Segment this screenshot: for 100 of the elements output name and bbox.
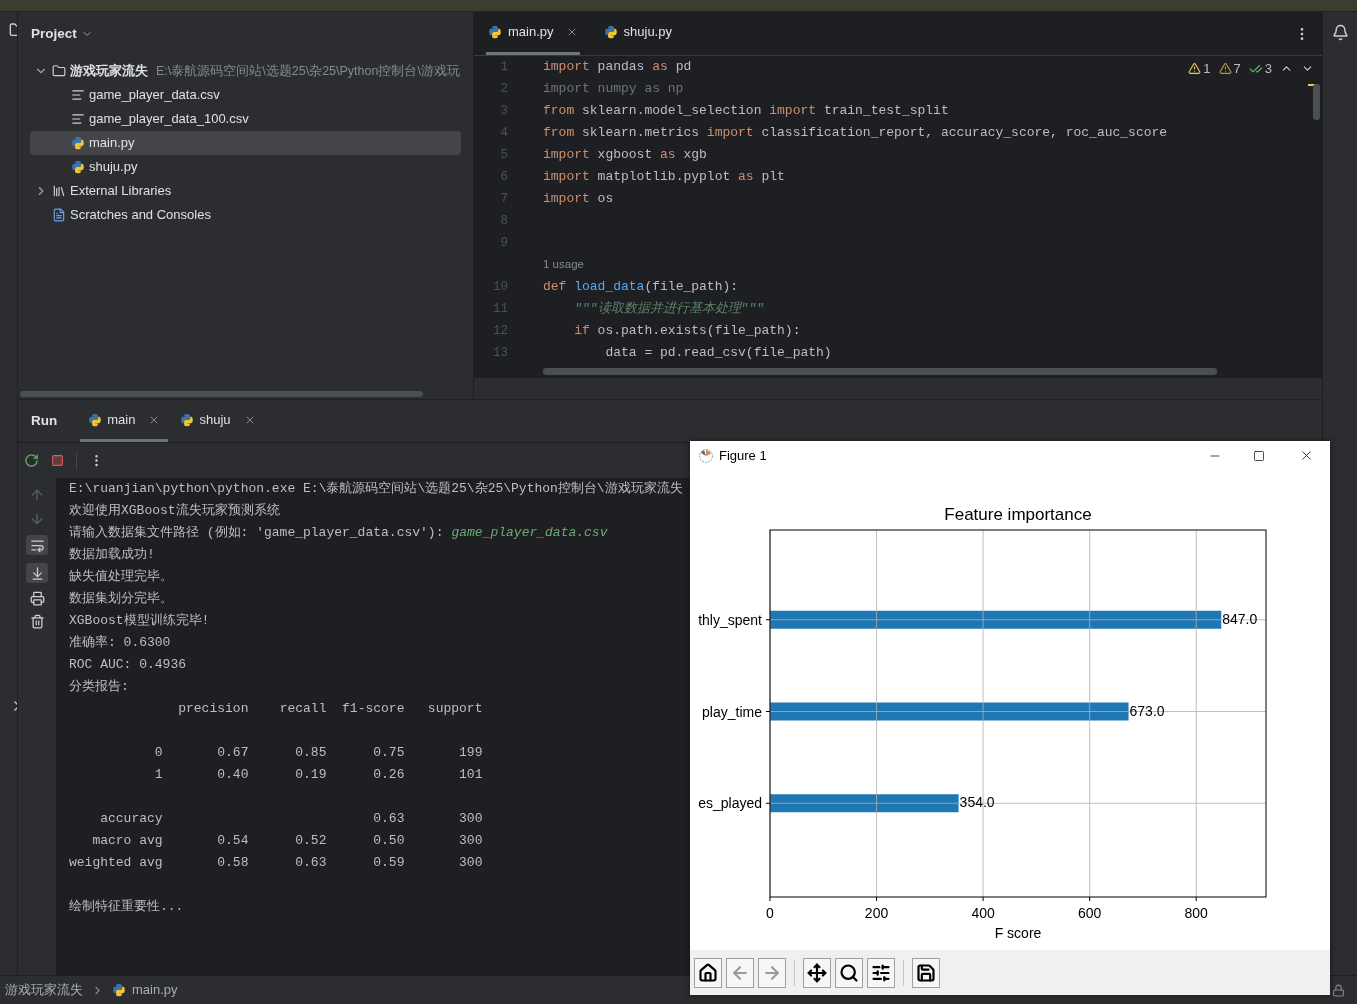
- tree-item[interactable]: main.py: [30, 131, 461, 155]
- text-file-icon: [71, 88, 85, 102]
- tree-item-label: main.py: [89, 134, 135, 153]
- check-count[interactable]: 3: [1264, 59, 1272, 79]
- value-label: 847.0: [1222, 610, 1258, 627]
- rerun-icon[interactable]: [24, 453, 39, 468]
- soft-wrap-icon: [29, 537, 45, 553]
- category-label: thly_spent: [698, 611, 762, 628]
- library-icon: [52, 184, 66, 198]
- move-arrows-icon: [807, 962, 827, 983]
- lock-icon[interactable]: [1332, 983, 1345, 997]
- vertical-scrollbar[interactable]: [1313, 84, 1320, 120]
- file-type-icon: [603, 25, 618, 39]
- stop-icon[interactable]: [51, 454, 64, 467]
- house-icon: [698, 962, 718, 983]
- code-line: if os.path.exists(file_path):: [573, 322, 801, 341]
- file-type-icon: [180, 412, 195, 427]
- breadcrumb[interactable]: 游戏玩家流失: [5, 980, 83, 1000]
- chart-title: Feature importance: [944, 505, 1092, 524]
- code-line: import matplotlib.pyplot as plt: [543, 168, 785, 187]
- category-label: play_time: [702, 703, 762, 720]
- tick-label: 400: [971, 905, 995, 921]
- tree-item-label: game_player_data.csv: [89, 86, 220, 105]
- panel-title[interactable]: Project: [31, 23, 77, 45]
- usage-hint[interactable]: 1 usage: [543, 256, 584, 274]
- tree-item-label: 游戏玩家流失: [70, 62, 148, 81]
- tree-item[interactable]: Scratches and Consoles: [30, 203, 461, 227]
- print-icon[interactable]: [29, 591, 45, 606]
- folder-path: E:\泰航源码空间站\选题25\杂25\Python控制台\游戏玩: [156, 62, 460, 80]
- code-line: import os: [543, 190, 614, 209]
- file-type-icon: [112, 983, 126, 997]
- console-line: accuracy 0.63 300: [99, 810, 483, 829]
- search-icon: [839, 962, 859, 983]
- tree-item-label: Scratches and Consoles: [70, 206, 211, 225]
- horizontal-scrollbar[interactable]: [20, 391, 423, 397]
- window-title: Figure 1: [719, 446, 767, 465]
- run-tab[interactable]: shuju: [172, 400, 264, 442]
- file-type-icon: [488, 25, 502, 39]
- value-label: 354.0: [959, 794, 995, 811]
- user-input-text: game_player_data.csv: [451, 524, 608, 543]
- console-line: 缺失值处理完毕。: [69, 568, 173, 587]
- soft-wrap-toggle[interactable]: [26, 535, 48, 555]
- console-line: 数据加载成功!: [69, 546, 155, 565]
- file-type-icon: [71, 136, 85, 150]
- panel-title: Run: [31, 411, 58, 430]
- console-line: 绘制特征重要性...: [69, 898, 184, 917]
- editor-tab[interactable]: main.py: [486, 12, 580, 55]
- code-line: import pandas as pd: [543, 58, 692, 77]
- file-type-icon: [88, 412, 103, 427]
- zoom-button[interactable]: [835, 957, 863, 988]
- close-icon[interactable]: [1299, 448, 1314, 463]
- save-button[interactable]: [912, 957, 940, 988]
- folder-icon: [52, 64, 66, 78]
- trash-icon[interactable]: [29, 614, 45, 629]
- configure-button[interactable]: [867, 957, 895, 988]
- figure-app-icon: [698, 447, 714, 464]
- console-line: 数据集划分完毕。: [69, 590, 173, 609]
- pan-button[interactable]: [803, 957, 831, 988]
- console-line: weighted avg 0.58 0.63 0.59 300: [69, 854, 483, 873]
- console-line: 分类报告:: [69, 678, 129, 697]
- console-line: ROC AUC: 0.4936: [69, 656, 187, 675]
- tree-item[interactable]: shuju.py: [30, 155, 461, 179]
- code-line: import numpy as np: [543, 80, 684, 99]
- scratch-file-icon: [52, 208, 66, 222]
- warning-icon[interactable]: [1188, 62, 1202, 76]
- axis-title: F score: [994, 925, 1042, 941]
- run-tab[interactable]: main: [80, 400, 169, 442]
- text-file-icon: [71, 112, 85, 126]
- notification-bell-icon[interactable]: [1331, 24, 1349, 41]
- console-line: E:\ruanjian\python\python.exe E:\泰航源码空间站\选题25\杂25\Python控制台\游戏玩家流失: [69, 480, 683, 499]
- editor-tab[interactable]: shuju.py: [601, 12, 674, 55]
- file-type-icon: [71, 160, 85, 174]
- horizontal-scrollbar[interactable]: [543, 368, 1217, 375]
- weak-warning-count[interactable]: 7: [1233, 59, 1241, 79]
- console-line: precision recall f1-score support: [177, 700, 483, 719]
- category-label: es_played: [698, 795, 762, 812]
- tree-item-label: External Libraries: [70, 182, 172, 201]
- tree-item[interactable]: External Libraries: [30, 179, 461, 203]
- code-line: data = pd.read_csv(file_path): [604, 344, 832, 363]
- maximize-icon[interactable]: [1253, 449, 1265, 462]
- console-line: 准确率: 0.6300: [69, 634, 171, 653]
- sliders-icon: [871, 962, 891, 983]
- scroll-to-end-toggle[interactable]: [26, 563, 48, 583]
- console-line: 1 0.40 0.19 0.26 101: [153, 766, 483, 785]
- weak-warning-icon[interactable]: [1218, 62, 1232, 76]
- warning-count[interactable]: 1: [1203, 59, 1211, 79]
- console-line: 0 0.67 0.85 0.75 199: [153, 744, 483, 763]
- tree-item[interactable]: 游戏玩家流失 E:\泰航源码空间站\选题25\杂25\Python控制台\游戏玩: [30, 59, 461, 83]
- home-button[interactable]: [694, 957, 722, 988]
- breadcrumb[interactable]: main.py: [132, 980, 178, 1000]
- code-line: import xgboost as xgb: [543, 146, 707, 165]
- tree-item[interactable]: game_player_data.csv: [30, 83, 461, 107]
- console-line: 请输入数据集文件路径 (例如: 'game_player_data.csv'):: [69, 524, 444, 543]
- console-line: XGBoost模型训练完毕!: [69, 612, 210, 631]
- code-line: from sklearn.metrics import classification_report, accuracy_score, roc_auc_score: [543, 124, 1168, 143]
- tick-label: 800: [1184, 905, 1208, 921]
- tree-item[interactable]: game_player_data_100.csv: [30, 107, 461, 131]
- console-line: macro avg 0.54 0.52 0.50 300: [91, 832, 483, 851]
- code-line: from sklearn.model_selection import train_test_split: [543, 102, 949, 121]
- tick-label: 200: [864, 905, 889, 921]
